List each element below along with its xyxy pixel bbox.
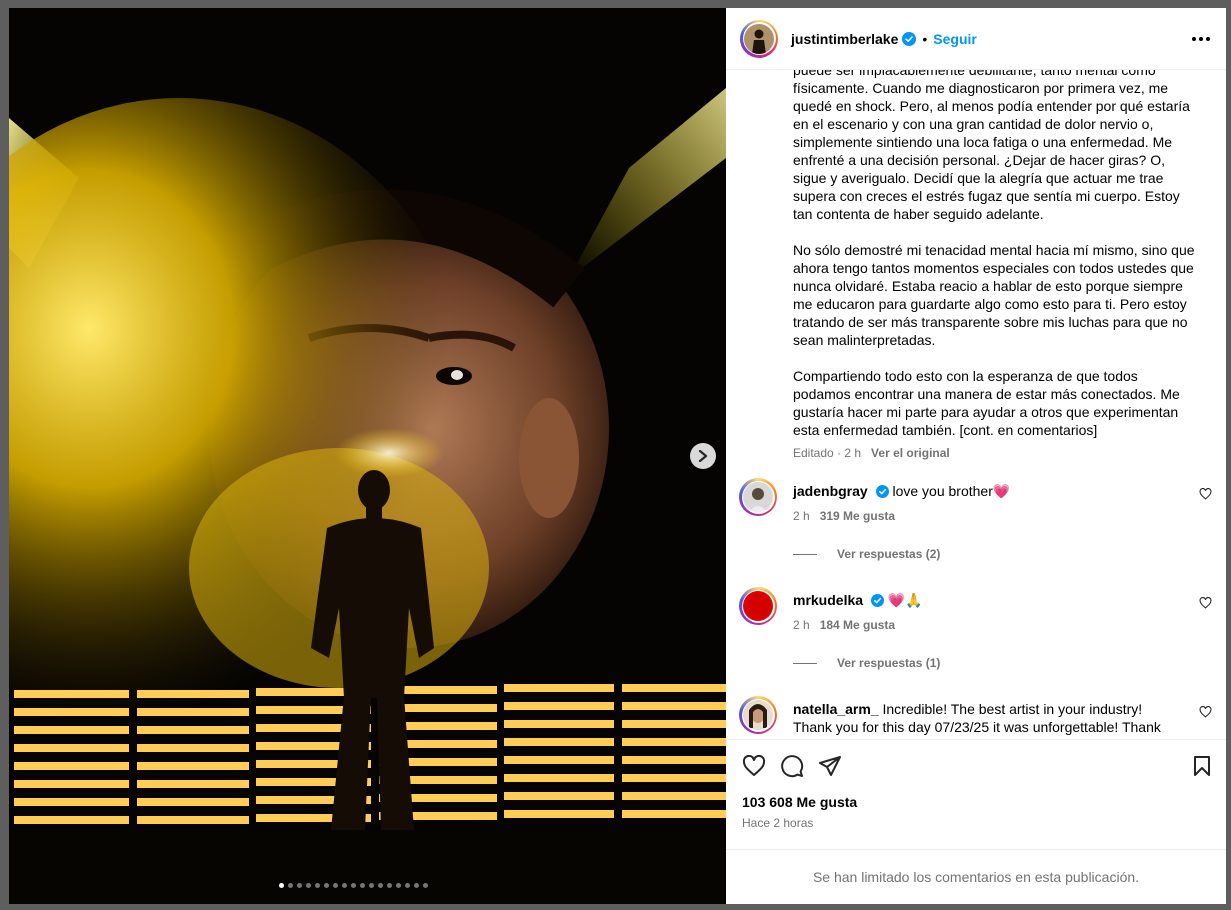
comment-content: love you brother bbox=[892, 483, 993, 499]
carousel-dot bbox=[369, 883, 374, 888]
bookmark-icon bbox=[1194, 756, 1210, 776]
comment-like-heart-icon[interactable] bbox=[1199, 706, 1212, 718]
caption-meta: Editado · 2 h Ver el original bbox=[793, 446, 1198, 460]
commenter-avatar-image bbox=[743, 591, 773, 621]
next-slide-button[interactable] bbox=[690, 443, 716, 469]
post-media[interactable] bbox=[9, 8, 726, 904]
carousel-dot bbox=[405, 883, 410, 888]
carousel-dot bbox=[306, 883, 311, 888]
edited-label: Editado · 2 h bbox=[793, 446, 862, 460]
separator-dot: • bbox=[922, 30, 928, 47]
chevron-right-icon bbox=[698, 450, 708, 462]
verified-badge-icon bbox=[875, 485, 889, 498]
author-avatar[interactable] bbox=[740, 19, 778, 58]
comment-item: mrkudelka 💗🙏 2 h 184 Me gusta Ver respues… bbox=[739, 587, 1212, 670]
carousel-dot bbox=[342, 883, 347, 888]
author-username[interactable]: justintimberlake bbox=[791, 31, 898, 47]
carousel-dot bbox=[396, 883, 401, 888]
post-caption: puede ser implacablemente debilitante, t… bbox=[793, 70, 1195, 438]
comments-limited-notice: Se han limitado los comentarios en esta … bbox=[726, 849, 1226, 904]
comment-text: mrkudelka 💗🙏 bbox=[793, 591, 1198, 609]
author-avatar-image bbox=[744, 23, 774, 54]
comment-username[interactable]: mrkudelka bbox=[793, 592, 863, 608]
carousel-dot bbox=[351, 883, 356, 888]
commenter-avatar[interactable] bbox=[739, 478, 777, 516]
commenter-avatar[interactable] bbox=[739, 696, 777, 734]
share-button[interactable] bbox=[818, 755, 842, 777]
view-replies-button[interactable]: Ver respuestas (1) bbox=[793, 656, 1198, 670]
commenter-avatar[interactable] bbox=[739, 587, 777, 625]
commenter-avatar-image bbox=[743, 482, 773, 512]
commenter-avatar-image bbox=[743, 700, 773, 730]
carousel-dot bbox=[333, 883, 338, 888]
carousel-dot bbox=[279, 883, 284, 888]
follow-button[interactable]: Seguir bbox=[933, 31, 977, 47]
carousel-dot bbox=[423, 883, 428, 888]
like-button[interactable] bbox=[742, 755, 766, 777]
comment-text: natella_arm_ Incredible! The best artist… bbox=[793, 700, 1198, 739]
post-header: justintimberlake • Seguir bbox=[726, 8, 1226, 70]
carousel-dot bbox=[297, 883, 302, 888]
comment-time: 2 h bbox=[793, 509, 810, 523]
view-replies-label: Ver respuestas (2) bbox=[837, 547, 941, 561]
comment-text: jadenbgray love you brother💗 bbox=[793, 482, 1198, 500]
comment-meta: 2 h 184 Me gusta bbox=[793, 618, 1198, 632]
verified-badge-icon bbox=[870, 594, 884, 607]
more-options-icon[interactable] bbox=[1192, 36, 1210, 41]
post-timestamp: Hace 2 horas bbox=[742, 816, 814, 830]
carousel-dot bbox=[360, 883, 365, 888]
post-actions: 103 608 Me gusta Hace 2 horas bbox=[726, 739, 1226, 849]
comment-bubble-icon bbox=[781, 755, 804, 778]
post-modal: justintimberlake • Seguir puede ser impl… bbox=[9, 8, 1226, 904]
comments-scroll-area[interactable]: puede ser implacablemente debilitante, t… bbox=[726, 70, 1226, 739]
carousel-indicator bbox=[279, 883, 428, 888]
comment-meta: 2 h 319 Me gusta bbox=[793, 509, 1198, 523]
send-icon bbox=[819, 756, 841, 776]
carousel-dot bbox=[315, 883, 320, 888]
heart-icon bbox=[742, 755, 766, 776]
carousel-dot bbox=[324, 883, 329, 888]
comment-emoji: 💗🙏 bbox=[887, 592, 923, 608]
comment-item: jadenbgray love you brother💗 2 h 319 Me g… bbox=[739, 478, 1212, 561]
comment-like-count[interactable]: 184 Me gusta bbox=[820, 618, 895, 632]
comment-like-heart-icon[interactable] bbox=[1199, 488, 1212, 500]
post-like-count[interactable]: 103 608 Me gusta bbox=[742, 794, 1212, 810]
view-replies-button[interactable]: Ver respuestas (2) bbox=[793, 547, 1198, 561]
see-original-link[interactable]: Ver el original bbox=[871, 446, 950, 460]
post-details-panel: justintimberlake • Seguir puede ser impl… bbox=[726, 8, 1226, 904]
comment-username[interactable]: jadenbgray bbox=[793, 483, 868, 499]
comment-username[interactable]: natella_arm_ bbox=[793, 701, 879, 717]
comment-item: natella_arm_ Incredible! The best artist… bbox=[739, 696, 1212, 739]
carousel-dot bbox=[288, 883, 293, 888]
carousel-dot bbox=[378, 883, 383, 888]
carousel-dot bbox=[414, 883, 419, 888]
view-replies-label: Ver respuestas (1) bbox=[837, 656, 941, 670]
comment-emoji: 💗 bbox=[992, 483, 1011, 499]
comment-like-count[interactable]: 319 Me gusta bbox=[820, 509, 895, 523]
save-button[interactable] bbox=[1192, 755, 1212, 777]
carousel-dot bbox=[387, 883, 392, 888]
verified-badge-icon bbox=[902, 31, 917, 46]
comment-like-heart-icon[interactable] bbox=[1199, 597, 1212, 609]
concert-photo bbox=[9, 8, 726, 904]
comment-time: 2 h bbox=[793, 618, 810, 632]
comment-button[interactable] bbox=[780, 754, 804, 778]
